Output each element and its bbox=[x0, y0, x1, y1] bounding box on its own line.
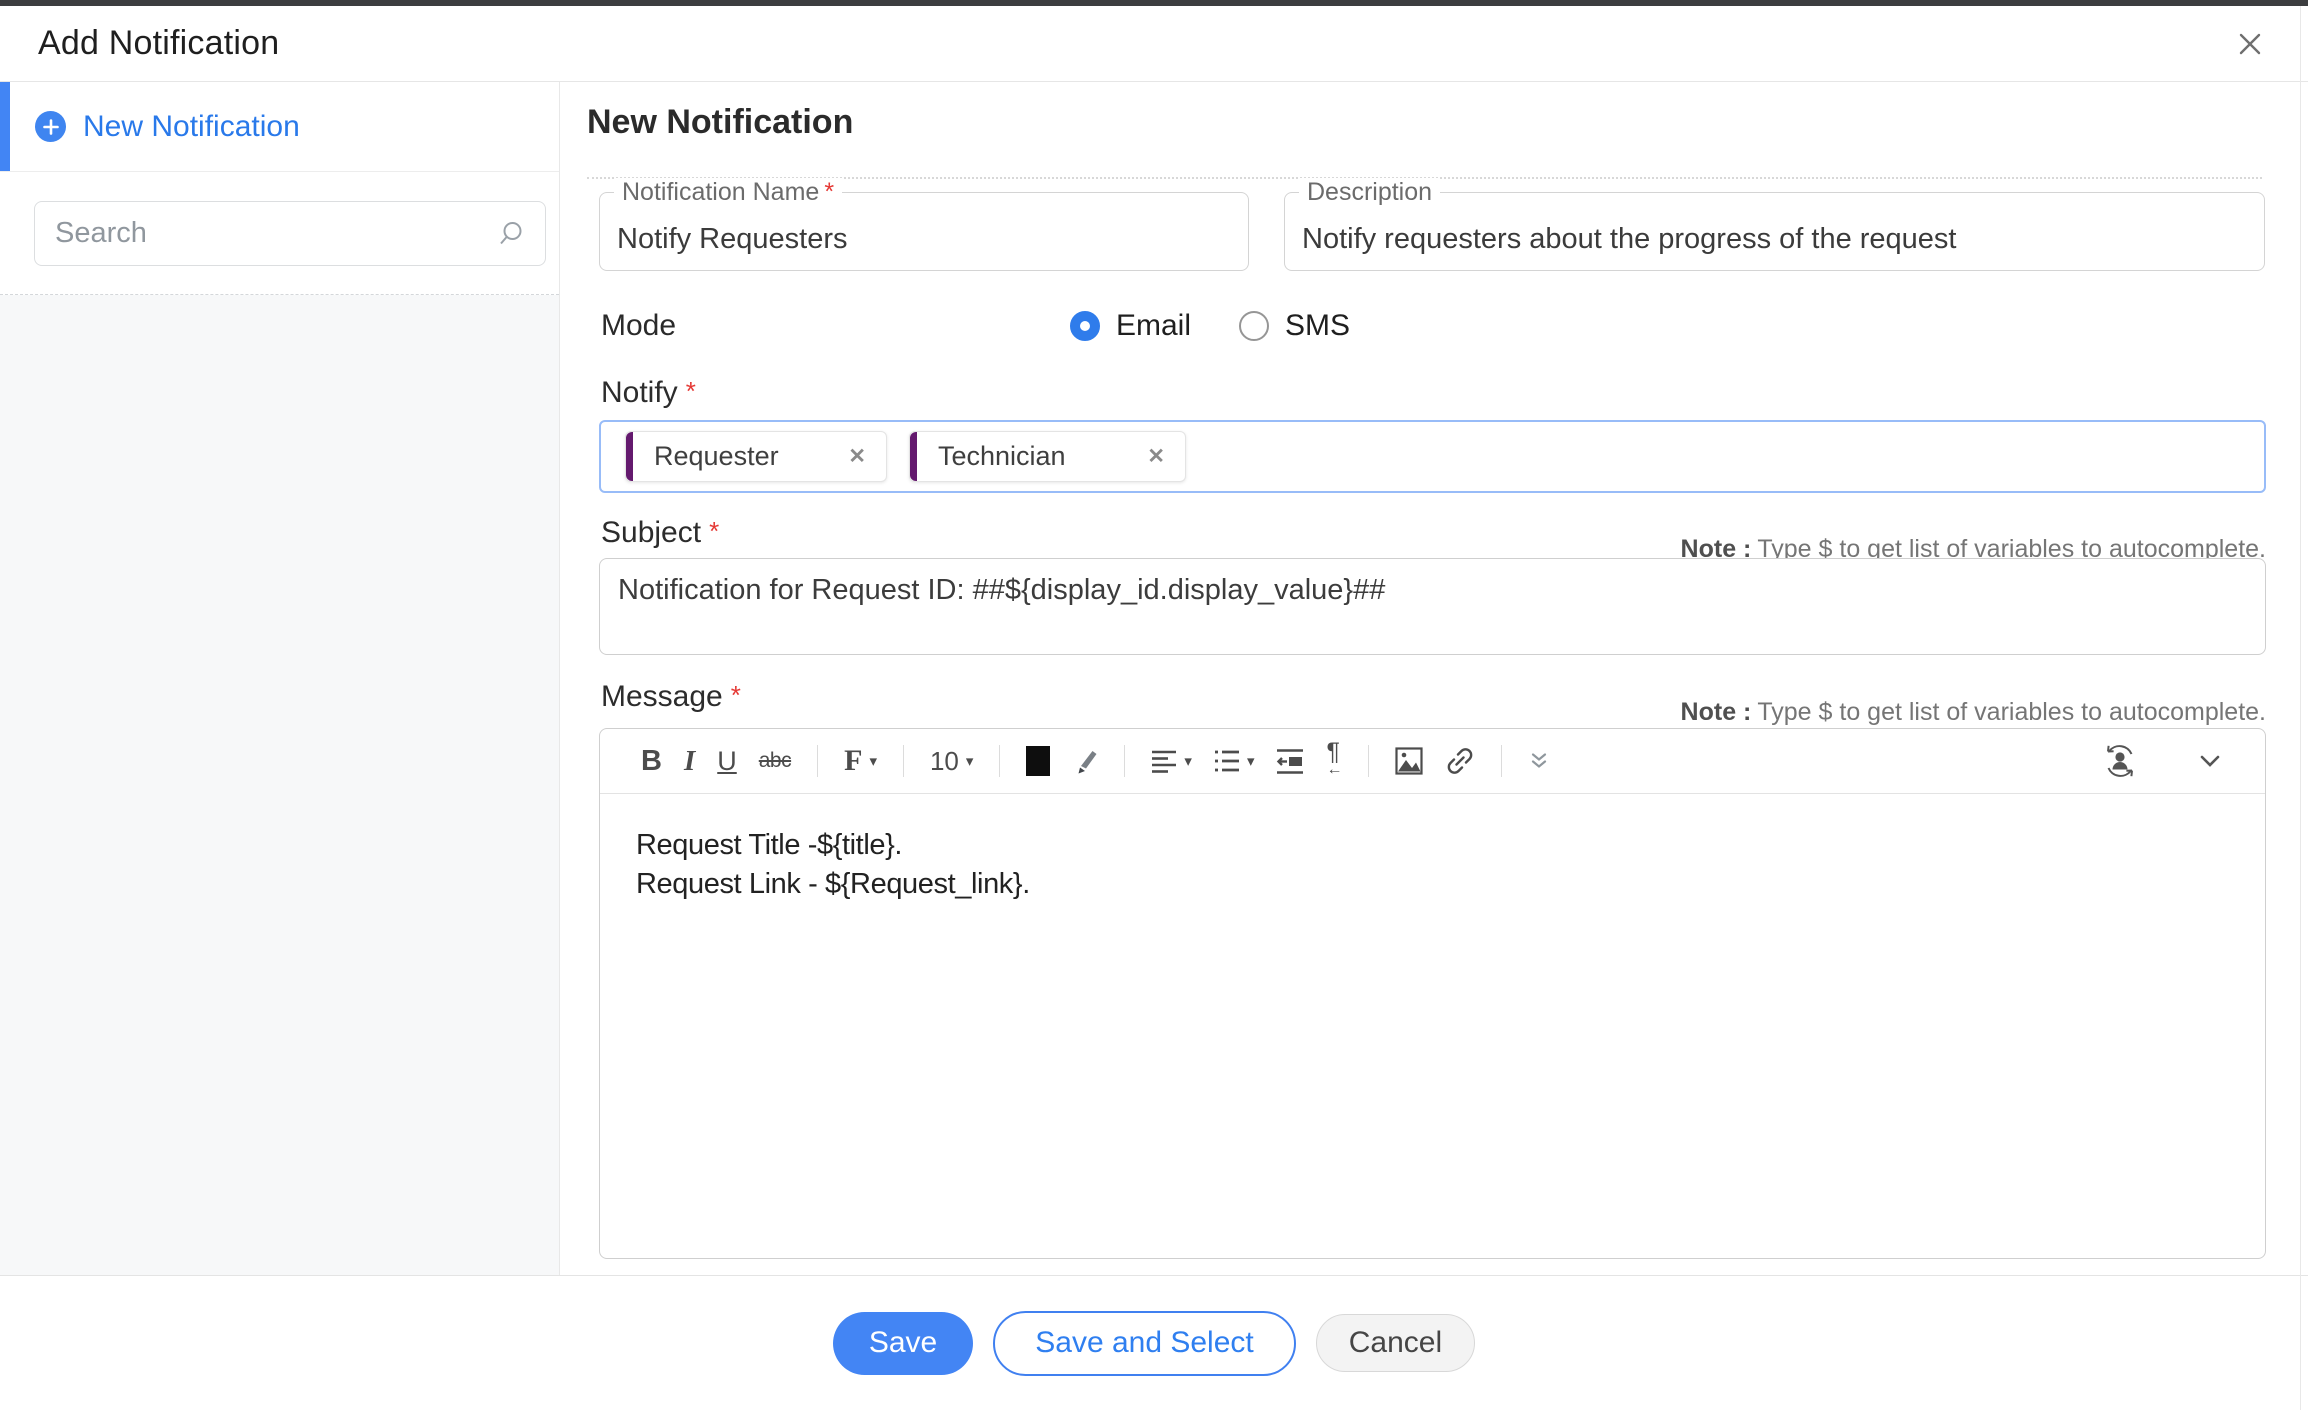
insert-image-button[interactable] bbox=[1395, 747, 1423, 775]
required-asterisk: * bbox=[686, 376, 696, 406]
dropdown-caret-icon: ▾ bbox=[1184, 752, 1192, 770]
dialog-title: Add Notification bbox=[38, 24, 279, 63]
window-right-edge bbox=[2300, 6, 2301, 1410]
required-asterisk: * bbox=[731, 680, 741, 710]
mode-option-email-label[interactable]: Email bbox=[1116, 309, 1191, 343]
sidebar-item-label: New Notification bbox=[83, 110, 300, 144]
notification-name-label: Notification Name* bbox=[614, 178, 842, 207]
chip-label: Requester bbox=[654, 441, 779, 472]
description-field[interactable]: Description Notify requesters about the … bbox=[1284, 192, 2265, 271]
sidebar-empty-area bbox=[0, 295, 559, 1275]
image-icon bbox=[1395, 747, 1423, 775]
search-input[interactable]: Search bbox=[34, 201, 546, 266]
collapse-toolbar-button[interactable] bbox=[2196, 748, 2224, 774]
search-icon bbox=[497, 220, 525, 248]
font-color-swatch-icon bbox=[1026, 746, 1050, 776]
mode-option-email[interactable]: Email bbox=[1070, 309, 1191, 343]
more-tools-button[interactable] bbox=[1528, 750, 1550, 772]
insert-link-button[interactable] bbox=[1445, 746, 1475, 776]
message-line: Request Title -${title}. bbox=[636, 826, 2229, 865]
notify-chip-requester: Requester ✕ bbox=[625, 431, 887, 482]
sidebar-search-section: Search bbox=[0, 172, 559, 266]
search-placeholder: Search bbox=[55, 217, 147, 250]
subject-value[interactable]: Notification for Request ID: ##${display… bbox=[618, 574, 2247, 607]
required-asterisk: * bbox=[824, 178, 834, 206]
dropdown-caret-icon: ▾ bbox=[869, 752, 877, 770]
main-panel: New Notification Notification Name* Noti… bbox=[560, 82, 2308, 1275]
user-sync-icon bbox=[2100, 741, 2140, 781]
description-label: Description bbox=[1299, 178, 1440, 207]
toolbar-right-group bbox=[2089, 741, 2235, 781]
font-color-button[interactable] bbox=[1026, 746, 1050, 776]
insert-user-variable-button[interactable] bbox=[2100, 741, 2140, 781]
message-body-input[interactable]: Request Title -${title}. Request Link - … bbox=[600, 794, 2265, 936]
notify-input[interactable]: Requester ✕ Technician ✕ bbox=[599, 420, 2266, 493]
strikethrough-button[interactable]: abc bbox=[759, 749, 791, 773]
list-button[interactable]: ▾ bbox=[1214, 749, 1255, 773]
cancel-button[interactable]: Cancel bbox=[1316, 1314, 1475, 1372]
name-description-row: Notification Name* Notify Requesters Des… bbox=[599, 192, 2265, 271]
link-icon bbox=[1445, 746, 1475, 776]
align-button[interactable]: ▾ bbox=[1151, 749, 1192, 774]
sidebar-item-new-notification[interactable]: New Notification bbox=[0, 82, 559, 172]
mode-row: Mode Email SMS bbox=[601, 309, 1350, 343]
radio-selected-icon[interactable] bbox=[1070, 311, 1100, 341]
chevron-down-icon bbox=[2196, 748, 2224, 774]
message-line: Request Link - ${Request_link}. bbox=[636, 865, 2229, 904]
required-asterisk: * bbox=[709, 516, 719, 546]
paragraph-direction-button[interactable]: ¶ ← bbox=[1326, 742, 1342, 780]
outdent-button[interactable] bbox=[1276, 748, 1304, 775]
double-chevron-down-icon bbox=[1528, 750, 1550, 772]
mode-label: Mode bbox=[601, 309, 1070, 343]
mode-option-sms[interactable]: SMS bbox=[1239, 309, 1350, 343]
underline-button[interactable]: U bbox=[717, 746, 737, 777]
chip-remove-icon[interactable]: ✕ bbox=[1147, 444, 1165, 469]
highlight-color-button[interactable] bbox=[1072, 747, 1098, 775]
toolbar-separator bbox=[903, 745, 904, 777]
subject-input[interactable]: Notification for Request ID: ##${display… bbox=[599, 558, 2266, 655]
notification-name-field[interactable]: Notification Name* Notify Requesters bbox=[599, 192, 1249, 271]
pilcrow-icon: ¶ bbox=[1326, 742, 1339, 762]
left-arrow-icon: ← bbox=[1326, 760, 1342, 780]
editor-toolbar: B I U abc F▾ 10▾ bbox=[600, 729, 2265, 794]
chip-remove-icon[interactable]: ✕ bbox=[848, 444, 866, 469]
page-title: New Notification bbox=[587, 103, 853, 142]
notify-label: Notify* bbox=[601, 376, 696, 410]
toolbar-separator bbox=[999, 745, 1000, 777]
close-button[interactable] bbox=[2230, 24, 2270, 64]
bold-button[interactable]: B bbox=[641, 745, 662, 778]
message-note: Note :Type $ to get list of variables to… bbox=[1681, 698, 2266, 727]
message-editor: B I U abc F▾ 10▾ bbox=[599, 728, 2266, 1259]
save-and-select-button[interactable]: Save and Select bbox=[993, 1311, 1295, 1376]
toolbar-separator bbox=[1124, 745, 1125, 777]
message-label: Message* bbox=[601, 680, 741, 714]
outdent-icon bbox=[1276, 748, 1304, 775]
chip-label: Technician bbox=[938, 441, 1066, 472]
dropdown-caret-icon: ▾ bbox=[966, 752, 974, 770]
italic-button[interactable]: I bbox=[684, 745, 695, 778]
close-icon bbox=[2234, 28, 2266, 60]
dialog-header: Add Notification bbox=[0, 6, 2308, 82]
toolbar-separator bbox=[1501, 745, 1502, 777]
notify-chip-technician: Technician ✕ bbox=[909, 431, 1186, 482]
subject-label: Subject* bbox=[601, 516, 719, 550]
radio-unselected-icon[interactable] bbox=[1239, 311, 1269, 341]
toolbar-separator bbox=[817, 745, 818, 777]
mode-radio-group: Email SMS bbox=[1070, 309, 1350, 343]
sidebar: New Notification Search bbox=[0, 82, 560, 1275]
save-button[interactable]: Save bbox=[833, 1312, 973, 1375]
mode-option-sms-label[interactable]: SMS bbox=[1285, 309, 1350, 343]
bullet-list-icon bbox=[1214, 749, 1240, 773]
font-family-button[interactable]: F▾ bbox=[844, 744, 877, 778]
toolbar-separator bbox=[1368, 745, 1369, 777]
plus-icon bbox=[35, 111, 66, 142]
highlighter-icon bbox=[1072, 747, 1098, 775]
font-size-button[interactable]: 10▾ bbox=[930, 746, 973, 777]
dropdown-caret-icon: ▾ bbox=[1247, 752, 1255, 770]
dialog-footer: Save Save and Select Cancel bbox=[0, 1275, 2308, 1410]
align-icon bbox=[1151, 749, 1177, 774]
